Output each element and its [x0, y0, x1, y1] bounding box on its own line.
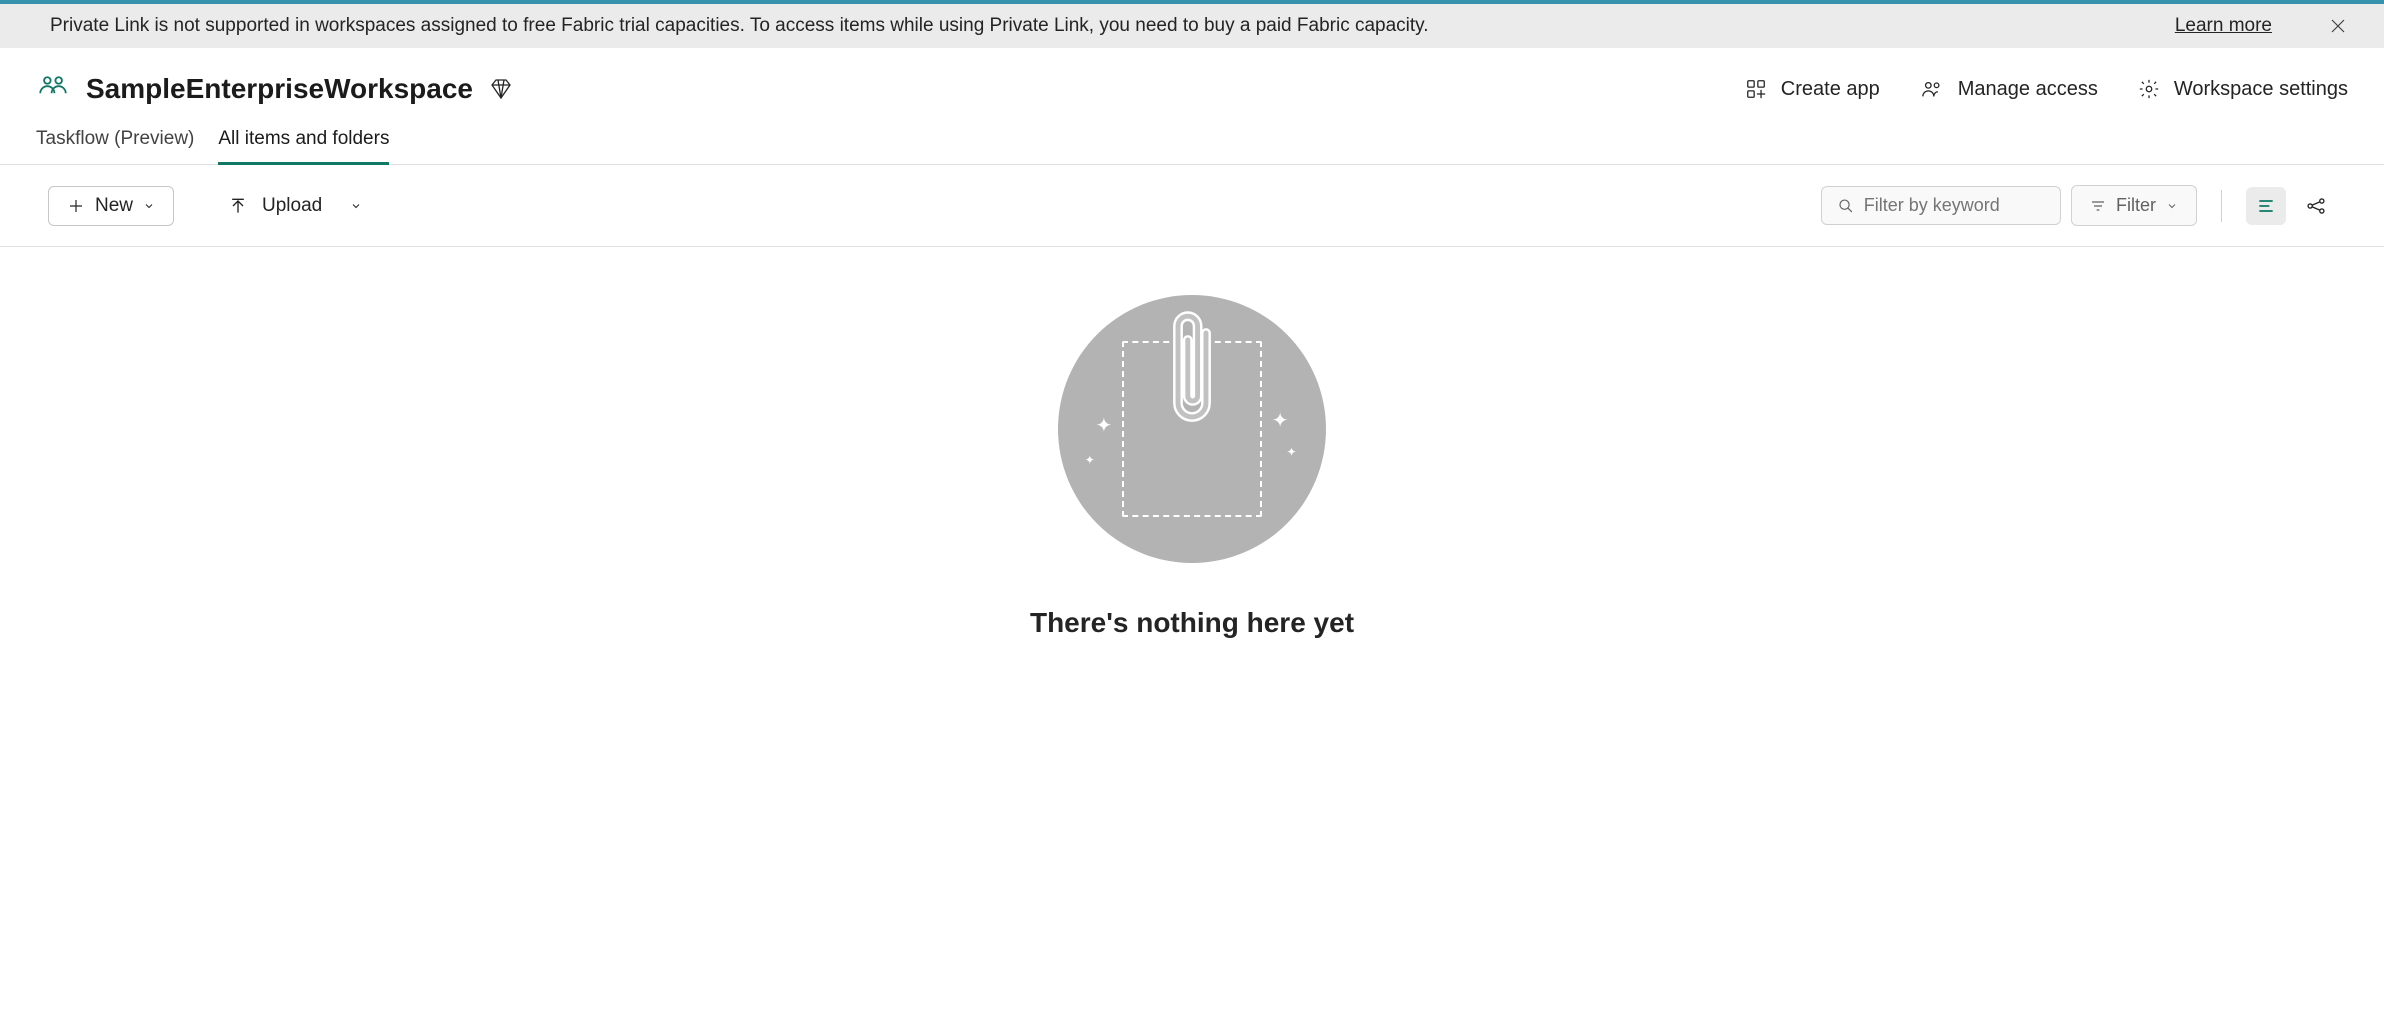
lineage-view-toggle[interactable]	[2296, 187, 2336, 225]
new-label: New	[95, 195, 133, 217]
workspace-settings-button[interactable]: Workspace settings	[2138, 78, 2348, 101]
create-app-button[interactable]: Create app	[1745, 78, 1880, 101]
notification-bar: Private Link is not supported in workspa…	[0, 4, 2384, 48]
upload-button[interactable]: Upload	[214, 187, 376, 225]
toolbar-divider	[2221, 190, 2222, 222]
paperclip-icon	[1162, 305, 1222, 445]
diamond-icon	[489, 77, 513, 101]
upload-label: Upload	[262, 195, 322, 217]
learn-more-link[interactable]: Learn more	[2175, 15, 2272, 37]
new-button[interactable]: New	[48, 186, 174, 226]
filter-input[interactable]	[1864, 195, 2044, 216]
toolbar: New Upload Filter	[0, 165, 2384, 247]
chevron-down-icon	[350, 200, 362, 212]
chevron-down-icon	[2166, 200, 2178, 212]
search-icon	[1838, 197, 1854, 215]
filter-input-wrap[interactable]	[1821, 186, 2061, 225]
app-icon	[1745, 78, 1767, 100]
workspace-icon	[36, 72, 70, 106]
chevron-down-icon	[143, 200, 155, 212]
empty-state: ✦ ✦ ✦ ✦ There's nothing here yet	[0, 247, 2384, 639]
manage-access-button[interactable]: Manage access	[1920, 78, 2098, 101]
list-view-toggle[interactable]	[2246, 187, 2286, 225]
tabs: Taskflow (Preview) All items and folders	[0, 114, 2384, 165]
empty-illustration: ✦ ✦ ✦ ✦	[1058, 295, 1326, 563]
list-icon	[2256, 196, 2276, 216]
filter-button[interactable]: Filter	[2071, 185, 2197, 226]
filter-label: Filter	[2116, 195, 2156, 216]
workspace-header: SampleEnterpriseWorkspace Create app Man…	[0, 48, 2384, 114]
notification-message: Private Link is not supported in workspa…	[50, 15, 2175, 37]
workspace-title: SampleEnterpriseWorkspace	[86, 73, 473, 105]
create-app-label: Create app	[1781, 78, 1880, 101]
filter-icon	[2090, 198, 2106, 214]
gear-icon	[2138, 78, 2160, 100]
people-icon	[1920, 78, 1944, 100]
tab-all-items[interactable]: All items and folders	[218, 128, 389, 164]
workspace-settings-label: Workspace settings	[2174, 78, 2348, 101]
upload-icon	[228, 196, 248, 216]
close-notification-button[interactable]	[2322, 14, 2354, 38]
empty-title: There's nothing here yet	[1030, 607, 1354, 639]
plus-icon	[67, 197, 85, 215]
tab-taskflow[interactable]: Taskflow (Preview)	[36, 128, 194, 164]
close-icon	[2330, 18, 2346, 34]
lineage-icon	[2306, 196, 2326, 216]
manage-access-label: Manage access	[1958, 78, 2098, 101]
